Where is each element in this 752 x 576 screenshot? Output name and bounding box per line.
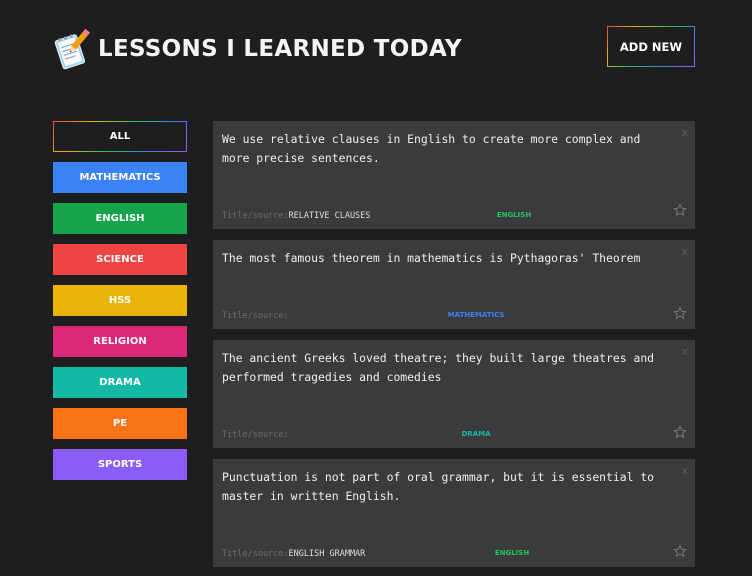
category-button-hss[interactable]: HSS (53, 285, 187, 316)
category-label: RELIGION (93, 336, 147, 347)
category-tag: DRAMA (461, 430, 491, 438)
close-icon[interactable]: x (681, 345, 688, 358)
category-tag: ENGLISH (494, 549, 530, 557)
app-header: LESSONS I LEARNED TODAY ADD NEW (52, 26, 695, 74)
category-button-english[interactable]: ENGLISH (53, 203, 187, 234)
star-outline-icon[interactable] (673, 306, 687, 320)
fact-text: Punctuation is not part of oral grammar,… (222, 470, 655, 503)
fact-text: The ancient Greeks loved theatre; they b… (222, 351, 655, 384)
fact-card: x The most famous theorem in mathematics… (213, 240, 695, 329)
category-label: SPORTS (97, 459, 143, 470)
category-sidebar: ALL MATHEMATICS ENGLISH SCIENCE HSS RELI… (53, 121, 187, 490)
category-button-religion[interactable]: RELIGION (53, 326, 187, 357)
category-label: ENGLISH (95, 213, 145, 224)
star-outline-icon[interactable] (673, 425, 687, 439)
fact-footer: Title/source:ENGLISH GRAMMAR ENGLISH (222, 545, 686, 559)
source-value: ENGLISH GRAMMAR (288, 549, 366, 559)
category-button-all[interactable]: ALL (53, 121, 187, 152)
category-label: SCIENCE (96, 254, 144, 265)
category-button-drama[interactable]: DRAMA (53, 367, 187, 398)
fact-text: The most famous theorem in mathematics i… (222, 251, 641, 265)
category-label: ALL (109, 131, 131, 142)
fact-footer: Title/source: MATHEMATICS (222, 307, 686, 321)
category-button-mathematics[interactable]: MATHEMATICS (53, 162, 187, 193)
add-new-button[interactable]: ADD NEW (607, 26, 695, 67)
source-label: Title/source:ENGLISH GRAMMAR (222, 549, 366, 559)
fact-footer: Title/source:RELATIVE CLAUSES ENGLISH (222, 207, 686, 221)
facts-list: x We use relative clauses in English to … (213, 121, 695, 576)
fact-card: x The ancient Greeks loved theatre; they… (213, 340, 695, 448)
category-button-sports[interactable]: SPORTS (53, 449, 187, 480)
fact-footer: Title/source: DRAMA (222, 426, 686, 440)
close-icon[interactable]: x (681, 126, 688, 139)
fact-text: We use relative clauses in English to cr… (222, 132, 641, 165)
category-label: MATHEMATICS (79, 172, 161, 183)
star-outline-icon[interactable] (673, 544, 687, 558)
category-label: HSS (108, 295, 132, 306)
star-outline-icon[interactable] (673, 203, 687, 217)
source-value: RELATIVE CLAUSES (288, 211, 371, 221)
category-button-pe[interactable]: PE (53, 408, 187, 439)
category-button-science[interactable]: SCIENCE (53, 244, 187, 275)
close-icon[interactable]: x (681, 464, 688, 477)
category-label: DRAMA (99, 377, 141, 388)
page-title: LESSONS I LEARNED TODAY (98, 36, 462, 62)
category-tag: MATHEMATICS (447, 311, 505, 319)
notepad-pencil-icon (54, 28, 90, 70)
fact-card: x Punctuation is not part of oral gramma… (213, 459, 695, 567)
source-label: Title/source: (222, 430, 289, 440)
close-icon[interactable]: x (681, 245, 688, 258)
source-label: Title/source:RELATIVE CLAUSES (222, 211, 371, 221)
category-label: PE (112, 418, 128, 429)
source-label: Title/source: (222, 311, 289, 321)
fact-card: x We use relative clauses in English to … (213, 121, 695, 229)
category-tag: ENGLISH (496, 211, 532, 219)
